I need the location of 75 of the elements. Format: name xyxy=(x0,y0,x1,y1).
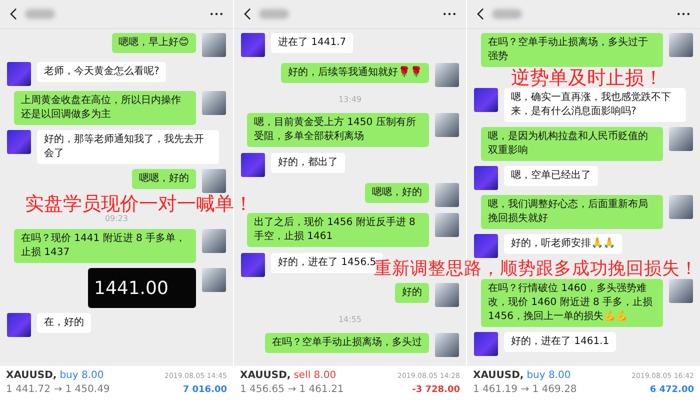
avatar-photo-placeholder xyxy=(435,113,459,137)
avatar-photo-placeholder xyxy=(241,153,265,177)
avatar-photo-placeholder xyxy=(241,253,265,277)
more-icon[interactable] xyxy=(443,12,456,16)
more-icon[interactable] xyxy=(677,12,690,16)
avatar-photo-placeholder xyxy=(435,213,459,237)
message-bubble: 在吗？行情破位 1460，多头强势难改，现价 1460 附近进 8 手多，止损 1456，挽回上一单的损失💪💪 xyxy=(481,279,663,327)
message-bubble: 在，好的 xyxy=(37,313,91,333)
order-label: buy 8.00 xyxy=(60,369,104,383)
price-value: 1441.00 xyxy=(94,278,168,298)
more-icon[interactable] xyxy=(210,12,223,16)
message-bubble: 上周黄金收盘在高位，所以日内操作还是以回调做多为主 xyxy=(14,91,196,125)
overlay-caption: 逆势单及时止损！ xyxy=(511,68,663,88)
message-bubble: 嗯，我们调整好心态，后面重新布局挽回损失就好 xyxy=(481,195,663,229)
message-bubble: 好的，都出了 xyxy=(271,153,345,173)
symbol-label: XAUUSD, xyxy=(473,369,524,383)
order-label: buy 8.00 xyxy=(526,369,571,383)
order-label: sell 8.00 xyxy=(294,369,336,383)
avatar-photo-placeholder xyxy=(202,33,226,57)
profit-value: 7 016.00 xyxy=(182,384,227,397)
message-bubble: 嗯，确实一直再涨，我也感觉跌不下来，是有什么消息面影响吗? xyxy=(504,88,686,122)
avatar-photo-placeholder xyxy=(669,127,693,151)
price-range: 1 441.72 → 1 450.49 xyxy=(6,383,110,397)
avatar-photo-placeholder xyxy=(7,62,31,86)
message-bubble: 嗯嗯，好的 xyxy=(365,183,429,203)
message-bubble: 嗯，空单已经出了 xyxy=(504,166,598,186)
blurred-contact-name xyxy=(25,9,55,19)
avatar-photo-placeholder xyxy=(202,91,226,115)
avatar-photo-placeholder xyxy=(202,169,226,193)
avatar-photo-placeholder xyxy=(7,313,31,337)
avatar-photo-placeholder xyxy=(202,268,226,292)
timestamp: 09:23 xyxy=(104,214,130,224)
message-bubble: 在吗？现价 1441 附近进 8 手多单，止损 1437 xyxy=(14,229,196,263)
blurred-contact-name xyxy=(259,9,289,19)
message-bubble: 好的，进在了 1461.1 xyxy=(504,332,616,352)
blurred-contact-name xyxy=(492,9,522,19)
message-bubble: 嗯嗯，好的 xyxy=(132,169,196,189)
back-icon[interactable] xyxy=(477,8,484,20)
message-bubble: 好的 xyxy=(395,283,429,303)
overlay-caption: 实盘学员现价一对一喊单！ xyxy=(25,194,253,214)
avatar-photo-placeholder xyxy=(474,332,498,356)
message-bubble: 老师，今天黄金怎么看呢? xyxy=(37,62,166,82)
message-bubble: 在吗？空单手动止损离场，多头过 xyxy=(265,333,429,353)
message-bubble: 出了之后，现价 1456 附近反手进 8 手空，止损 1461 xyxy=(247,213,429,247)
avatar-photo-placeholder xyxy=(669,195,693,219)
price-range: 1 456.65 → 1 461.21 xyxy=(240,383,344,397)
back-icon[interactable] xyxy=(10,8,17,20)
message-bubble: 好的，后续等我通知就好🌹🌹 xyxy=(281,63,429,83)
avatar-photo-placeholder xyxy=(435,63,459,87)
price-range: 1 461.19 → 1 469.28 xyxy=(473,383,577,397)
timestamp: 13:49 xyxy=(337,95,363,105)
avatar-photo-placeholder xyxy=(241,33,265,57)
timestamp: 14:55 xyxy=(337,315,363,325)
message-bubble: 进在了 1441.7 xyxy=(271,33,354,53)
back-icon[interactable] xyxy=(244,8,251,20)
profit-value: -3 728.00 xyxy=(412,384,460,397)
avatar-photo-placeholder xyxy=(435,283,459,307)
avatar-photo-placeholder xyxy=(474,166,498,190)
symbol-label: XAUUSD, xyxy=(240,369,291,383)
avatar-photo-placeholder xyxy=(202,229,226,253)
avatar-photo-placeholder xyxy=(669,33,693,57)
message-bubble: 嗯，目前黄金受上方 1450 压制有所受阻，多单全部获利离场 xyxy=(247,113,429,147)
avatar-photo-placeholder xyxy=(474,234,498,258)
avatar-photo-placeholder xyxy=(435,333,459,357)
message-bubble: 嗯，是因为机构拉盘和人民币贬值的双重影响 xyxy=(481,127,663,161)
avatar-photo-placeholder xyxy=(7,130,31,154)
message-bubble: 好的，那等老师通知我了，我先去开会了 xyxy=(37,130,219,164)
message-bubble: 嗯嗯，早上好😊 xyxy=(112,33,196,53)
symbol-label: XAUUSD, xyxy=(6,369,57,383)
profit-value: 6 472.00 xyxy=(650,384,694,397)
message-bubble: 好的，听老师安排🙏🙏 xyxy=(504,234,622,254)
avatar-photo-placeholder xyxy=(435,183,459,207)
avatar-photo-placeholder xyxy=(474,88,498,112)
avatar-photo-placeholder xyxy=(669,279,693,303)
message-bubble: 在吗？空单手动止损离场，多头过于强势 xyxy=(481,33,663,67)
